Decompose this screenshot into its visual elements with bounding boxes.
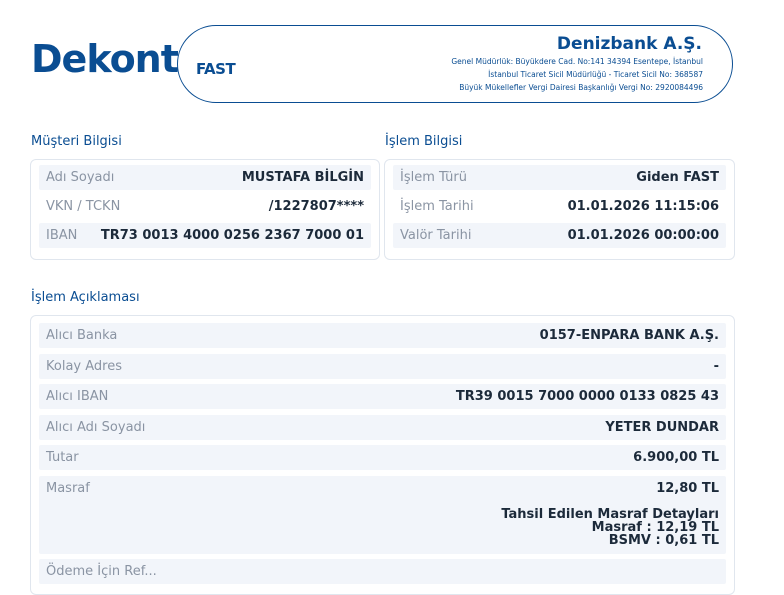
transaction-date-row: İşlem Tarihi 01.01.2026 11:15:06 (393, 194, 726, 219)
receiver-name-row: Alıcı Adı Soyadı YETER DUNDAR (39, 415, 726, 440)
bank-registry: İstanbul Ticaret Sicil Müdürlüğü - Ticar… (488, 70, 703, 79)
bank-name: Denizbank A.Ş. (556, 34, 702, 54)
row-value: 01.01.2026 00:00:00 (567, 228, 719, 243)
document-title: Dekont (31, 37, 179, 81)
row-label: Alıcı IBAN (46, 389, 109, 404)
customer-id-row: VKN / TCKN /1227807**** (39, 194, 371, 219)
row-label: Adı Soyadı (46, 170, 115, 185)
customer-section-title: Müşteri Bilgisi (31, 134, 122, 149)
row-label: IBAN (46, 228, 78, 243)
customer-iban-row: IBAN TR73 0013 4000 0256 2367 7000 01 (39, 223, 371, 248)
transaction-card: İşlem Türü Giden FAST İşlem Tarihi 01.01… (384, 159, 735, 260)
row-value: TR73 0013 4000 0256 2367 7000 01 (100, 228, 364, 243)
row-value: MUSTAFA BİLGİN (241, 170, 364, 185)
transaction-type-row: İşlem Türü Giden FAST (393, 165, 726, 190)
customer-card: Adı Soyadı MUSTAFA BİLGİN VKN / TCKN /12… (30, 159, 380, 260)
row-label: Alıcı Banka (46, 328, 118, 343)
row-label: Valör Tarihi (400, 228, 472, 243)
bsmv-detail-line: BSMV : 0,61 TL (608, 533, 719, 548)
row-label: Masraf (46, 481, 90, 496)
easy-address-row: Kolay Adres - (39, 354, 726, 379)
row-label: Kolay Adres (46, 359, 122, 374)
row-value: TR39 0015 7000 0000 0133 0825 43 (455, 389, 719, 404)
customer-name-row: Adı Soyadı MUSTAFA BİLGİN (39, 165, 371, 190)
receiver-bank-row: Alıcı Banka 0157-ENPARA BANK A.Ş. (39, 323, 726, 348)
value-date-row: Valör Tarihi 01.01.2026 00:00:00 (393, 223, 726, 248)
row-value: 01.01.2026 11:15:06 (567, 199, 719, 214)
payment-ref-row: Ödeme İçin Ref... (39, 559, 726, 584)
description-card: Alıcı Banka 0157-ENPARA BANK A.Ş. Kolay … (30, 315, 735, 595)
row-label: Tutar (46, 450, 79, 465)
amount-row: Tutar 6.900,00 TL (39, 445, 726, 470)
receiver-iban-row: Alıcı IBAN TR39 0015 7000 0000 0133 0825… (39, 384, 726, 409)
description-section-title: İşlem Açıklaması (31, 290, 140, 305)
row-value: YETER DUNDAR (605, 420, 719, 435)
transaction-section-title: İşlem Bilgisi (385, 134, 463, 149)
row-value: Giden FAST (636, 170, 719, 185)
row-label: Alıcı Adı Soyadı (46, 420, 146, 435)
row-value: /1227807**** (268, 199, 364, 214)
row-value: 6.900,00 TL (633, 450, 719, 465)
row-label: VKN / TCKN (46, 199, 121, 214)
row-value: 0157-ENPARA BANK A.Ş. (539, 328, 719, 343)
row-label: Ödeme İçin Ref... (46, 564, 157, 579)
transfer-type-label: FAST (196, 60, 236, 78)
row-label: İşlem Tarihi (400, 199, 474, 214)
row-label: İşlem Türü (400, 170, 467, 185)
bank-address: Genel Müdürlük: Büyükdere Cad. No:141 34… (451, 57, 703, 66)
row-value: - (713, 359, 719, 374)
row-value: 12,80 TL (656, 481, 719, 496)
bank-tax-info: Büyük Mükellefler Vergi Dairesi Başkanlı… (459, 83, 703, 92)
